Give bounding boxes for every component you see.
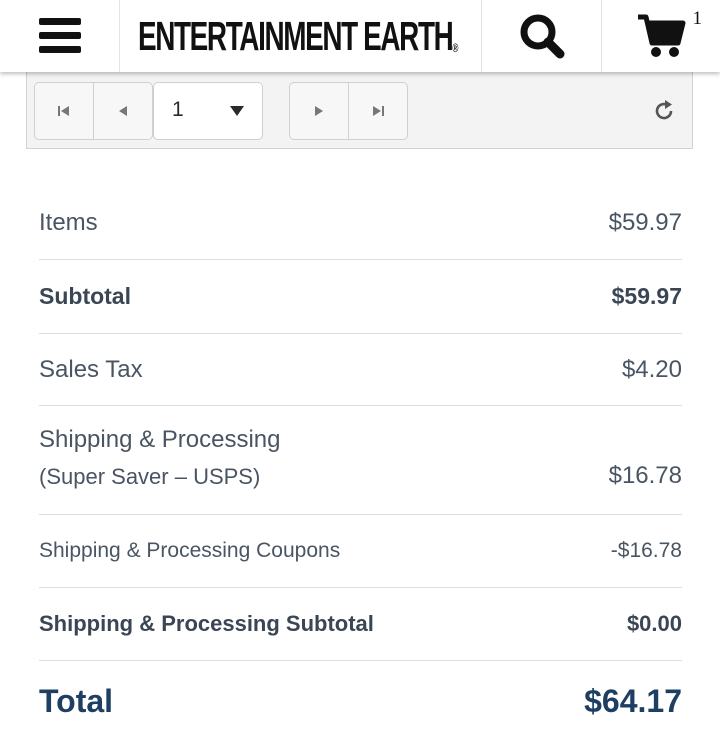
- menu-button[interactable]: [0, 0, 120, 72]
- previous-page-button[interactable]: [93, 83, 152, 139]
- pager-right-group: [289, 82, 408, 140]
- subtotal-value: $59.97: [611, 283, 682, 309]
- search-icon[interactable]: [518, 12, 566, 60]
- items-label: Items: [39, 208, 98, 236]
- shipping-method: (Super Saver – USPS): [39, 464, 261, 489]
- logo-wordmark: ENTERTAINMENT EARTH®: [138, 12, 459, 59]
- cart-count-badge: 1: [692, 8, 703, 29]
- previous-page-icon[interactable]: [116, 104, 130, 118]
- items-value: $59.97: [608, 208, 682, 236]
- first-page-icon[interactable]: [57, 104, 71, 118]
- total-label: Total: [39, 682, 114, 719]
- site-logo-link[interactable]: ENTERTAINMENT EARTH®: [120, 0, 482, 72]
- cart-button[interactable]: 1: [602, 0, 720, 72]
- shipping-subtotal-label: Shipping & Processing Subtotal: [39, 611, 374, 636]
- next-page-button[interactable]: [290, 83, 348, 139]
- first-page-button[interactable]: [35, 83, 93, 139]
- last-page-button[interactable]: [348, 83, 407, 139]
- shipping-subtotal-row: Shipping & Processing Subtotal $0.00: [39, 588, 682, 661]
- total-row: Total $64.17: [39, 661, 682, 741]
- hamburger-menu-icon[interactable]: [38, 18, 81, 54]
- items-row: Items $59.97: [39, 186, 682, 260]
- shipping-value: $16.78: [608, 462, 682, 489]
- subtotal-row: Subtotal $59.97: [39, 260, 682, 334]
- last-page-icon[interactable]: [371, 104, 385, 118]
- sales-tax-value: $4.20: [621, 355, 682, 383]
- shipping-row: Shipping & Processing (Super Saver – USP…: [39, 406, 682, 515]
- search-button[interactable]: [482, 0, 602, 72]
- page-number-value: 1: [172, 98, 184, 121]
- total-value: $64.17: [584, 682, 682, 719]
- sales-tax-row: Sales Tax $4.20: [39, 334, 682, 406]
- chevron-down-icon: [230, 106, 244, 116]
- page-number-select[interactable]: 1: [153, 82, 263, 140]
- shipping-coupons-row: Shipping & Processing Coupons -$16.78: [39, 515, 682, 588]
- pager-left-group: [34, 82, 153, 140]
- refresh-icon[interactable]: [652, 99, 676, 123]
- shipping-label: Shipping & Processing: [39, 426, 281, 453]
- shipping-coupons-label: Shipping & Processing Coupons: [39, 539, 341, 562]
- next-page-icon[interactable]: [312, 104, 326, 118]
- registered-mark: ®: [452, 40, 459, 55]
- logo-text: ENTERTAINMENT EARTH: [138, 12, 454, 59]
- shipping-subtotal-value: $0.00: [626, 611, 682, 636]
- pagination-bar: 1: [26, 64, 693, 149]
- shipping-label-block: Shipping & Processing (Super Saver – USP…: [39, 426, 280, 490]
- sales-tax-label: Sales Tax: [39, 355, 143, 383]
- shipping-coupons-value: -$16.78: [610, 539, 682, 562]
- subtotal-label: Subtotal: [39, 283, 131, 309]
- shopping-cart-icon[interactable]: [636, 13, 686, 59]
- order-summary: Items $59.97 Subtotal $59.97 Sales Tax $…: [39, 186, 682, 741]
- site-header: ENTERTAINMENT EARTH® 1: [0, 0, 720, 72]
